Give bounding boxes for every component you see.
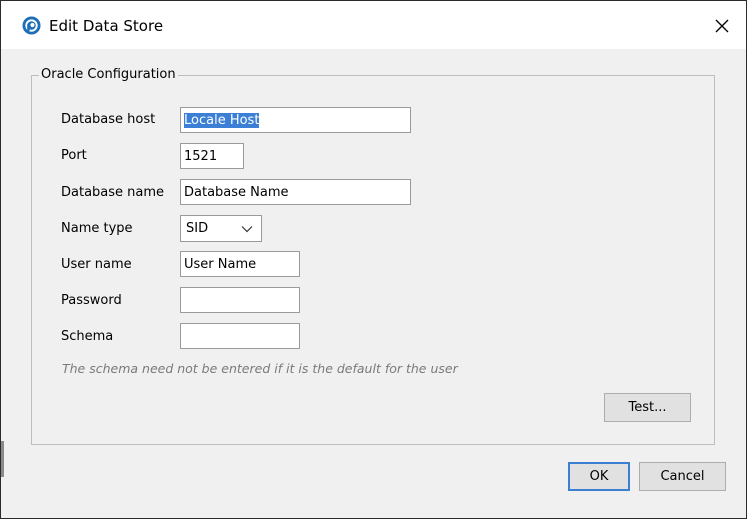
database-name-label: Database name [61,185,165,200]
name-type-select[interactable]: SID [180,215,262,242]
name-type-value: SID [186,221,209,236]
user-name-label: User name [61,257,132,272]
name-type-label: Name type [61,221,133,236]
user-name-input[interactable] [180,251,300,277]
password-input[interactable] [180,287,300,313]
database-name-input[interactable] [180,179,411,205]
schema-input[interactable] [180,323,300,349]
ok-button[interactable]: OK [568,462,630,491]
cancel-button[interactable]: Cancel [639,462,726,491]
test-button[interactable]: Test... [604,393,691,422]
app-logo-icon [22,16,41,35]
edit-data-store-dialog: Edit Data Store Oracle Configuration Dat… [0,0,747,519]
database-host-input[interactable]: Locale Host [180,107,411,133]
background-window-edge [1,441,4,477]
password-label: Password [61,293,122,308]
title-bar: Edit Data Store [1,1,746,49]
close-button[interactable] [702,9,742,43]
window-title: Edit Data Store [49,17,164,35]
port-label: Port [61,148,87,163]
close-icon [715,19,729,33]
database-host-value: Locale Host [184,112,260,128]
group-legend: Oracle Configuration [39,67,178,83]
port-input[interactable] [180,143,244,169]
schema-label: Schema [61,329,114,344]
database-host-label: Database host [61,112,156,127]
chevron-down-icon [233,225,261,233]
schema-hint-text: The schema need not be entered if it is … [62,361,458,376]
